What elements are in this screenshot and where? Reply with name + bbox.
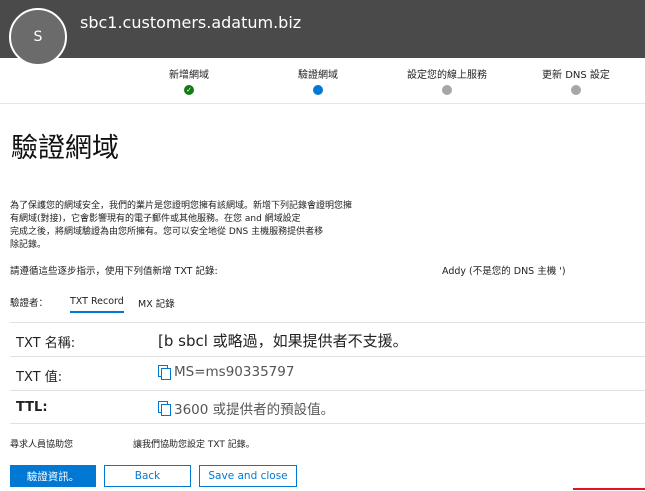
step-online-services: 設定您的線上服務 [387, 66, 507, 95]
intro-text: 為了保護您的網域安全，我們的業片是您證明您擁有該網域。新增下列記錄會證明您擁 有… [10, 200, 420, 252]
domain-name: sbc1.customers.adatum.biz [80, 13, 302, 32]
verify-button[interactable]: 驗證資訊。 [10, 465, 96, 487]
record-value-wrap: MS=ms90335797 [158, 364, 294, 380]
pending-step-dot-icon [571, 85, 581, 95]
tab-txt-record[interactable]: TXT Record [70, 296, 124, 313]
step-update-dns: 更新 DNS 設定 [516, 66, 636, 95]
copy-icon[interactable] [158, 401, 171, 416]
record-label: TXT 名稱: [16, 336, 76, 351]
intro-line: 完成之後，將網域驗證為由您所擁有。您可以安全地從 DNS 主機服務提供者移 [10, 227, 324, 237]
tab-mx-record[interactable]: MX 記錄 [138, 296, 175, 314]
record-value[interactable]: 3600 或提供者的預設值。 [174, 398, 334, 418]
step-label: 更新 DNS 設定 [542, 70, 610, 81]
instruction-text: 請遵循這些逐步指示，使用下列值新增 TXT 記錄: [10, 266, 218, 277]
intro-line: 除記錄。 [10, 240, 47, 250]
intro-line: 有網域(對接)，它會影響現有的電子郵件或其他服務。在您 and 網域設定 [10, 214, 301, 224]
accent-line [573, 488, 645, 490]
intro-line: 為了保護您的網域安全，我們的業片是您證明您擁有該網域。新增下列記錄會證明您擁 [10, 201, 353, 211]
step-add-domain: 新增網域 ✓ [129, 66, 249, 95]
record-row-txt-name: TXT 名稱: [b sbcl 或略過，如果提供者不支援。 [10, 322, 645, 356]
pending-step-dot-icon [442, 85, 452, 95]
verifier-label: 驗證者： [10, 298, 49, 309]
copy-icon[interactable] [158, 365, 171, 380]
step-label: 新增網域 [169, 70, 209, 81]
step-label: 驗證網域 [298, 70, 338, 81]
record-row-ttl: TTL: 3600 或提供者的預設值。 [10, 390, 645, 424]
step-verify-domain: 驗證網域 [258, 66, 378, 95]
record-value[interactable]: MS=ms90335797 [174, 364, 294, 380]
record-value-wrap: 3600 或提供者的預設值。 [158, 398, 334, 418]
record-label: TTL: [16, 400, 48, 415]
checkmark-icon: ✓ [184, 85, 194, 95]
setup-help-link[interactable]: 讓我們協助您設定 TXT 記錄。 [133, 437, 255, 450]
record-row-txt-value: TXT 值: MS=ms90335797 [10, 356, 645, 390]
record-value[interactable]: [b sbcl 或略過，如果提供者不支援。 [158, 330, 408, 351]
step-label: 設定您的線上服務 [407, 70, 487, 81]
back-button[interactable]: Back [104, 465, 191, 487]
progress-steps: 新增網域 ✓ 驗證網域 設定您的線上服務 更新 DNS 設定 [0, 58, 645, 104]
get-help-link[interactable]: 尋求人員協助您 [10, 437, 73, 450]
dns-records-table: TXT 名稱: [b sbcl 或略過，如果提供者不支援。 TXT 值: MS=… [10, 322, 645, 424]
provider-hint-link[interactable]: Addy (不是您的 DNS 主機 ') [442, 263, 566, 277]
record-label: TXT 值: [16, 370, 63, 385]
page-title: 驗證網域 [11, 133, 119, 164]
current-step-dot-icon [313, 85, 323, 95]
top-banner: S sbc1.customers.adatum.biz [0, 0, 645, 66]
save-and-close-button[interactable]: Save and close [199, 465, 297, 487]
